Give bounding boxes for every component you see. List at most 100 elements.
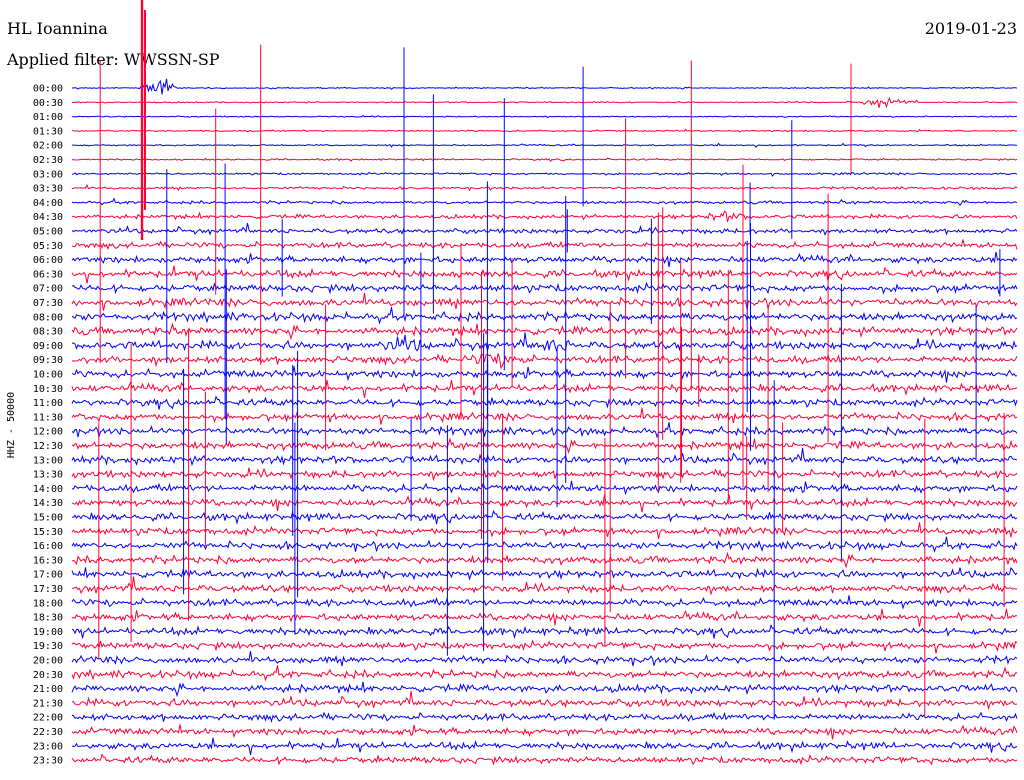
row-time-label: 04:00 — [33, 198, 63, 209]
trace-row — [71, 352, 1018, 370]
row-time-label: 14:30 — [33, 498, 63, 509]
trace-row — [71, 171, 1018, 177]
trace-row — [71, 467, 1018, 482]
trace-row — [71, 265, 1018, 284]
trace-row — [71, 624, 1018, 640]
row-time-label: 03:00 — [33, 169, 63, 180]
row-time-label: 02:00 — [33, 141, 63, 152]
y-axis-label-group: HHZ - 50000 — [6, 392, 17, 458]
row-time-label: 05:30 — [33, 241, 63, 252]
trace-row — [71, 711, 1018, 723]
row-time-label: 00:00 — [33, 84, 63, 95]
row-time-label: 21:30 — [33, 698, 63, 709]
row-time-label: 07:00 — [33, 284, 63, 295]
trace-row — [71, 239, 1018, 251]
row-time-label: 20:30 — [33, 670, 63, 681]
trace-row — [71, 737, 1018, 755]
row-time-label: 08:00 — [33, 312, 63, 323]
row-time-label: 13:30 — [33, 470, 63, 481]
row-time-label: 18:00 — [33, 598, 63, 609]
trace-row — [71, 639, 1018, 654]
row-time-label: 00:30 — [33, 98, 63, 109]
row-time-label: 10:00 — [33, 370, 63, 381]
row-time-label: 12:30 — [33, 441, 63, 452]
row-time-label: 17:00 — [33, 570, 63, 581]
row-time-label: 10:30 — [33, 384, 63, 395]
trace-row — [71, 753, 1018, 766]
trace-row — [71, 522, 1018, 540]
row-time-label: 11:30 — [33, 412, 63, 423]
trace-row — [71, 595, 1018, 610]
row-time-label: 22:30 — [33, 727, 63, 738]
row-time-label: 01:00 — [33, 112, 63, 123]
trace-row — [71, 379, 1018, 398]
row-time-label: 17:30 — [33, 584, 63, 595]
trace-row — [71, 395, 1018, 410]
row-time-label: 22:00 — [33, 713, 63, 724]
row-time-label: 13:00 — [33, 455, 63, 466]
row-time-label: 20:00 — [33, 656, 63, 667]
row-time-label: 01:30 — [33, 126, 63, 137]
trace-row — [71, 422, 1018, 439]
trace-row — [71, 128, 1018, 133]
trace-row — [71, 96, 1018, 109]
row-time-label: 04:30 — [33, 212, 63, 223]
trace-row — [71, 437, 1018, 454]
trace-row — [71, 222, 1018, 236]
row-time-label: 18:30 — [33, 613, 63, 624]
trace-row — [71, 251, 1018, 268]
row-time-label: 21:00 — [33, 684, 63, 695]
trace-row — [71, 480, 1018, 496]
trace-row — [71, 447, 1018, 467]
trace-row — [71, 332, 1018, 353]
trace-row — [71, 509, 1018, 525]
row-time-label: 23:00 — [33, 741, 63, 752]
channel-label: HHZ - 50000 — [6, 392, 17, 458]
trace-row — [71, 183, 1018, 192]
row-time-label: 16:30 — [33, 555, 63, 566]
trace-row — [71, 608, 1017, 627]
trace-row — [71, 681, 1018, 698]
trace-row — [71, 210, 1018, 222]
row-time-label: 19:00 — [33, 627, 63, 638]
trace-row — [71, 197, 1018, 207]
trace-row — [71, 566, 1018, 581]
row-time-label: 16:00 — [33, 541, 63, 552]
row-time-labels: 00:00 00:30 01:00 01:30 02:00 02:30 03:00 03:30… — [33, 84, 63, 767]
trace-row — [71, 142, 1018, 148]
row-time-label: 12:00 — [33, 427, 63, 438]
trace-row — [71, 307, 1018, 325]
trace-row — [71, 576, 1018, 596]
trace-row — [71, 551, 1018, 569]
row-time-label: 06:30 — [33, 269, 63, 280]
row-time-label: 09:00 — [33, 341, 63, 352]
helicorder-plot: HHZ - 50000 00:00 00:30 01:00 01:30 02:00 02:… — [6, 0, 1018, 767]
row-time-label: 03:30 — [33, 184, 63, 195]
trace-row — [71, 665, 1018, 682]
trace-row — [71, 494, 1018, 513]
seismic-traces — [71, 78, 1018, 766]
trace-row — [71, 366, 1018, 383]
row-time-label: 11:00 — [33, 398, 63, 409]
trace-row — [71, 281, 1018, 295]
trace-row — [71, 407, 1018, 425]
row-time-label: 09:30 — [33, 355, 63, 366]
row-time-label: 06:00 — [33, 255, 63, 266]
trace-row — [71, 690, 1018, 711]
trace-row — [71, 724, 1018, 740]
row-time-label: 05:00 — [33, 227, 63, 238]
row-time-label: 23:30 — [33, 756, 63, 767]
row-time-label: 07:30 — [33, 298, 63, 309]
trace-row — [71, 322, 1018, 341]
trace-row — [71, 536, 1018, 553]
trace-row — [71, 157, 1018, 163]
row-time-label: 15:30 — [33, 527, 63, 538]
trace-row — [71, 651, 1018, 667]
trace-row — [71, 114, 1018, 119]
row-time-label: 02:30 — [33, 155, 63, 166]
trace-row — [71, 78, 1018, 95]
row-time-label: 19:30 — [33, 641, 63, 652]
row-time-label: 08:30 — [33, 327, 63, 338]
row-time-label: 14:00 — [33, 484, 63, 495]
trace-row — [71, 292, 1018, 311]
